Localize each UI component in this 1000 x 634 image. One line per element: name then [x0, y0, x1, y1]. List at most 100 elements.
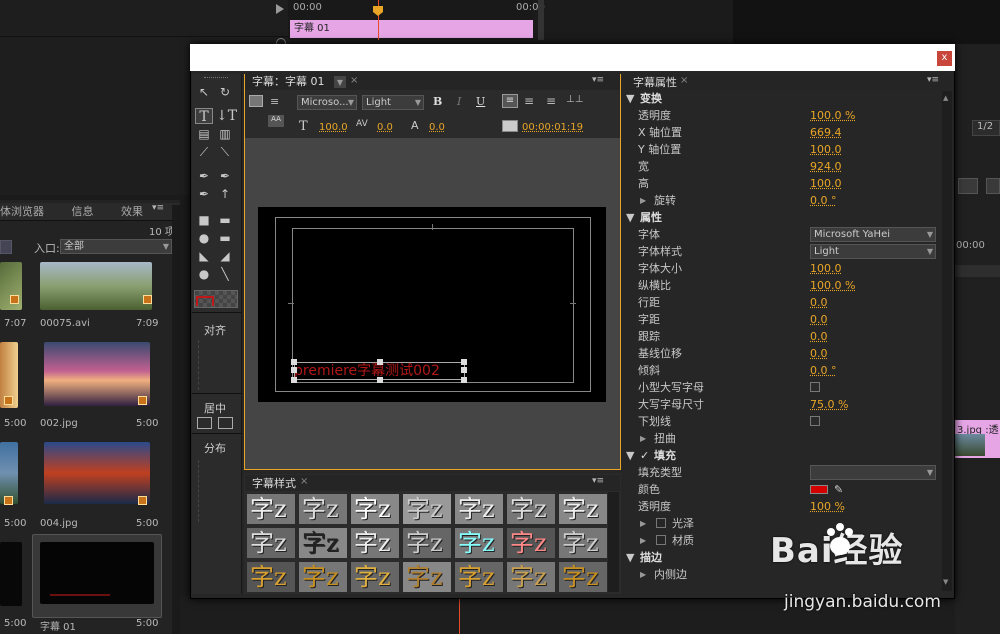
title-style-swatch[interactable]: 字z: [454, 493, 504, 525]
panel-menu-icon[interactable]: ▾≡: [152, 203, 164, 213]
delete-anchor-tool-icon[interactable]: ✒: [216, 168, 234, 184]
leading-value[interactable]: 0.0: [429, 122, 445, 133]
title-style-swatch[interactable]: 字z: [246, 527, 296, 559]
styles-scrollbar[interactable]: [608, 492, 619, 592]
title-style-swatch[interactable]: 字z: [454, 561, 504, 593]
selection-tool-icon[interactable]: ↖: [195, 84, 213, 100]
tab-effects[interactable]: 效果: [115, 203, 149, 221]
clip-thumb-002[interactable]: [44, 342, 150, 406]
clip-thumb-004[interactable]: [44, 442, 150, 504]
arc-tool-icon[interactable]: ◢: [216, 248, 234, 264]
resize-handle[interactable]: [377, 377, 383, 383]
tab-stops-button[interactable]: ⊥⊥: [566, 94, 583, 105]
leading-prop-value[interactable]: 0.0: [810, 294, 828, 311]
rotation-value[interactable]: 0.0 °: [810, 192, 837, 209]
title-clip[interactable]: 字幕 01: [290, 20, 533, 38]
path-type-tool-icon[interactable]: ⟋: [195, 144, 213, 160]
font-family-dropdown[interactable]: Microso...: [297, 95, 357, 110]
play-triangle-icon[interactable]: [276, 4, 284, 17]
collapse-caret-icon[interactable]: ▼: [626, 209, 634, 226]
styles-tab[interactable]: 字幕样式: [252, 475, 296, 491]
canvas-tab[interactable]: 字幕：字幕 01: [252, 74, 325, 90]
title-style-swatch[interactable]: 字z: [298, 493, 348, 525]
title-style-swatch[interactable]: 字z: [246, 561, 296, 593]
expand-caret-icon[interactable]: ▶: [640, 192, 646, 209]
rounded-rect-tool-icon[interactable]: ▬: [216, 212, 234, 228]
tracking-value[interactable]: 0.0: [810, 328, 828, 345]
texture-checkbox[interactable]: [656, 535, 666, 545]
vertical-type-tool-icon[interactable]: ↓T: [216, 108, 237, 124]
insert-button[interactable]: [986, 178, 1000, 194]
underline-checkbox[interactable]: [810, 416, 820, 426]
small-caps-checkbox[interactable]: [810, 382, 820, 392]
export-frame-button[interactable]: [958, 178, 978, 194]
title-style-swatch[interactable]: 字z: [558, 527, 608, 559]
canvas-timecode[interactable]: 00:00:01:19: [522, 122, 583, 133]
slant-value[interactable]: 0.0 °: [810, 362, 837, 379]
font-style-dropdown[interactable]: Light: [362, 95, 424, 110]
scroll-up-icon[interactable]: ▲: [943, 94, 948, 102]
panel-menu-icon[interactable]: ▾≡: [927, 75, 939, 85]
new-title-icon[interactable]: [249, 95, 263, 107]
font-size-value[interactable]: 100.0: [319, 122, 348, 133]
center-horizontal-button[interactable]: [197, 417, 212, 429]
kerning-prop-value[interactable]: 0.0: [810, 311, 828, 328]
expand-caret-icon[interactable]: ▶: [640, 566, 646, 583]
title-style-swatch[interactable]: 字z: [454, 527, 504, 559]
center-vertical-button[interactable]: [218, 417, 233, 429]
underline-button[interactable]: U: [476, 95, 485, 108]
canvas-tab-dropdown[interactable]: ▼: [334, 76, 346, 88]
search-field[interactable]: [0, 240, 12, 254]
clip-thumb-7[interactable]: [0, 542, 22, 606]
title-style-swatch[interactable]: 字z: [558, 493, 608, 525]
resize-handle[interactable]: [291, 359, 297, 365]
collapse-caret-icon[interactable]: ▼: [626, 90, 634, 107]
resize-handle[interactable]: [291, 377, 297, 383]
bold-button[interactable]: B: [433, 95, 442, 108]
fill-opacity-value[interactable]: 100 %: [810, 498, 845, 515]
aspect-value[interactable]: 100.0 %: [810, 277, 855, 294]
area-type-tool-icon[interactable]: ▤: [195, 126, 213, 142]
tab-media-browser[interactable]: 体浏览器: [0, 203, 50, 221]
collapse-caret-icon[interactable]: ▼: [626, 447, 634, 464]
align-right-button[interactable]: ≡: [546, 94, 556, 108]
panel-menu-icon[interactable]: ▾≡: [592, 476, 604, 486]
x-position-value[interactable]: 669.4: [810, 124, 842, 141]
title-style-swatch[interactable]: 字z: [298, 561, 348, 593]
rounded-corner-tool-icon[interactable]: ▬: [216, 230, 234, 246]
panel-menu-icon[interactable]: ▾≡: [592, 75, 604, 85]
small-caps-size-value[interactable]: 75.0 %: [810, 396, 848, 413]
font-style-prop-dropdown[interactable]: Light: [810, 244, 936, 259]
collapse-caret-icon[interactable]: ▼: [626, 549, 634, 566]
fill-checkbox[interactable]: ✓: [640, 447, 649, 464]
y-position-value[interactable]: 100.0: [810, 141, 842, 158]
styles-tab-close-icon[interactable]: ×: [300, 476, 308, 487]
vertical-path-type-tool-icon[interactable]: ⟍: [216, 144, 234, 160]
rotate-tool-icon[interactable]: ↻: [216, 84, 234, 100]
title-style-swatch[interactable]: 字z: [402, 527, 452, 559]
wedge-tool-icon[interactable]: ◣: [195, 248, 213, 264]
resize-handle[interactable]: [291, 367, 297, 373]
title-style-swatch[interactable]: 字z: [506, 493, 556, 525]
width-value[interactable]: 924.0: [810, 158, 842, 175]
resize-handle[interactable]: [461, 367, 467, 373]
expand-caret-icon[interactable]: ▶: [640, 532, 646, 549]
sheen-checkbox[interactable]: [656, 518, 666, 528]
fill-type-dropdown[interactable]: [810, 465, 936, 480]
italic-button[interactable]: I: [457, 95, 461, 108]
add-anchor-tool-icon[interactable]: ✒: [195, 186, 213, 202]
props-tab[interactable]: 字幕属性: [633, 74, 677, 90]
align-center-button[interactable]: ≡: [524, 94, 534, 108]
height-value[interactable]: 100.0: [810, 175, 842, 192]
entry-dropdown[interactable]: 全部: [60, 239, 172, 254]
templates-icon[interactable]: AA: [268, 115, 284, 127]
font-size-prop-value[interactable]: 100.0: [810, 260, 842, 277]
title-style-swatch[interactable]: 字z: [350, 527, 400, 559]
ellipse-tool-icon[interactable]: ●: [195, 266, 213, 282]
title-style-swatch[interactable]: 字z: [350, 561, 400, 593]
title-style-swatch[interactable]: 字z: [506, 561, 556, 593]
title-style-swatch[interactable]: 字z: [298, 527, 348, 559]
title-style-swatch[interactable]: 字z: [402, 493, 452, 525]
line-tool-icon[interactable]: ╲: [216, 266, 234, 282]
type-tool-icon[interactable]: T: [195, 108, 213, 125]
